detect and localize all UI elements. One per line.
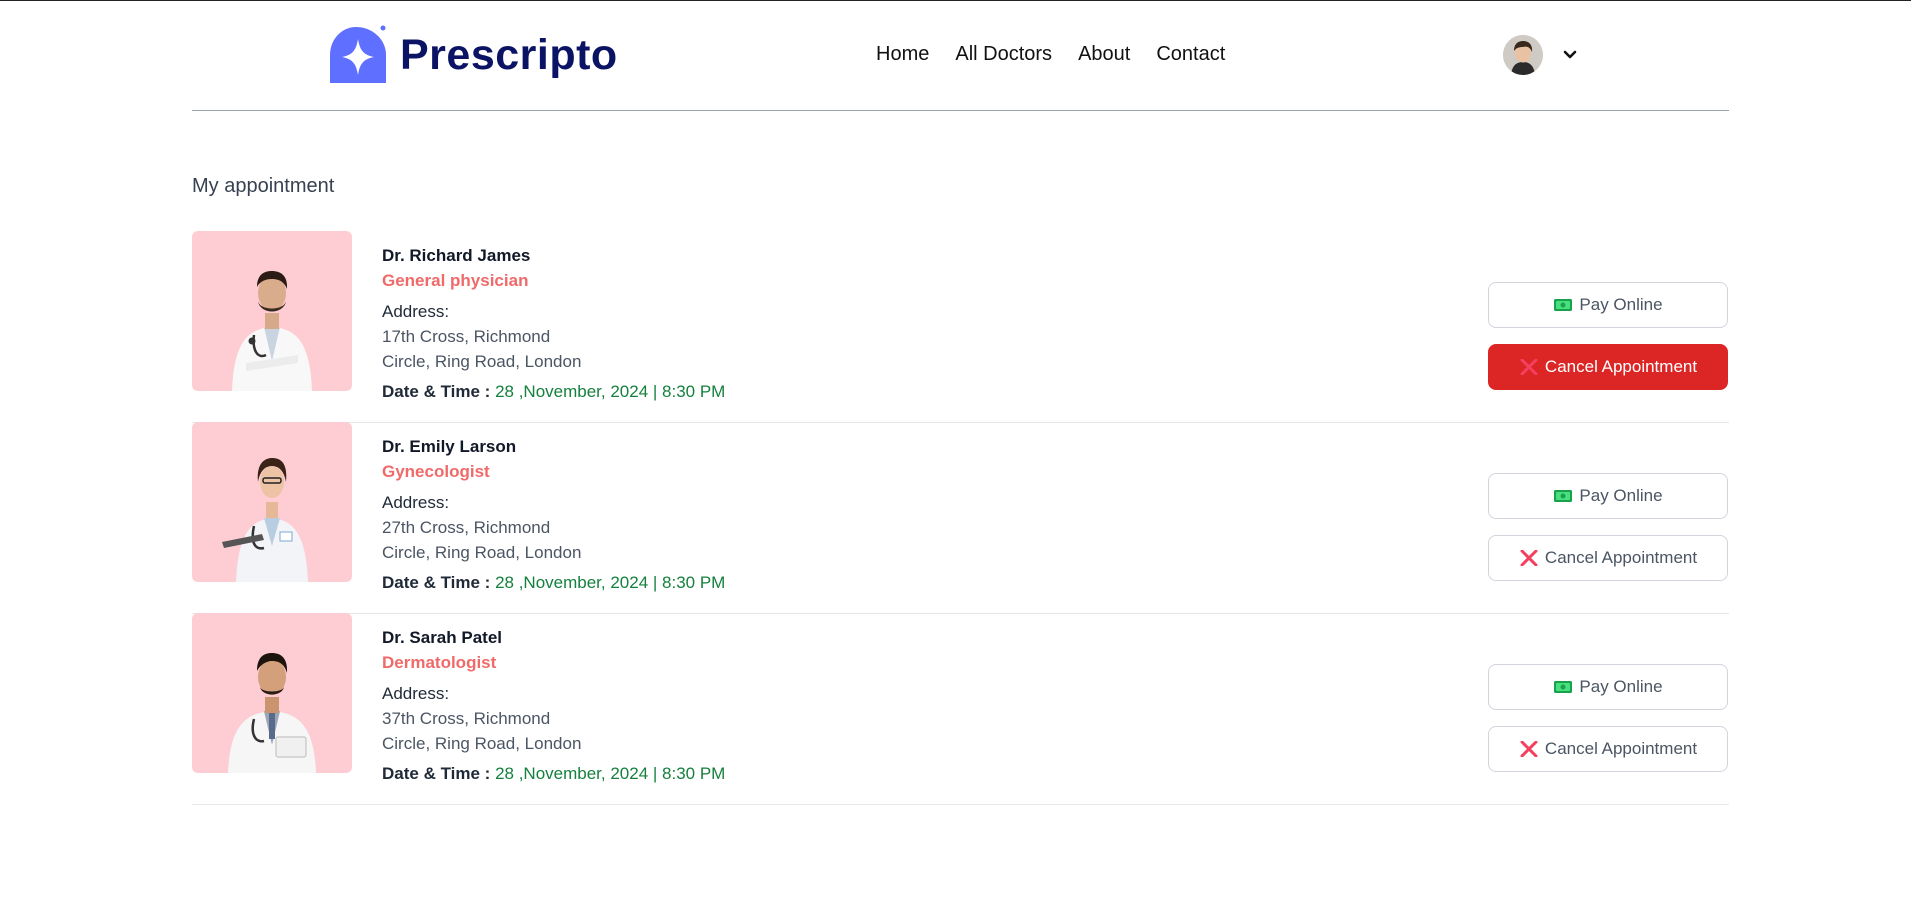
address-line-1: 17th Cross, Richmond [382,327,551,346]
pay-online-button[interactable]: Pay Online [1488,282,1728,328]
address-line-1: 27th Cross, Richmond [382,518,551,537]
doctor-photo [192,422,352,582]
cancel-appointment-button[interactable]: Cancel Appointment [1488,535,1728,581]
appointment-datetime: Date & Time : 28 ,November, 2024 | 8:30 … [382,570,725,595]
doctor-photo [192,613,352,773]
close-icon [1520,550,1538,566]
doctor-image [232,271,312,391]
nav-all-doctors[interactable]: All Doctors [955,43,1052,66]
pay-online-button[interactable]: Pay Online [1488,473,1728,519]
appointment-row: Dr. Sarah Patel Dermatologist Address: 3… [192,613,1729,805]
appointment-info: Dr. Richard James General physician Addr… [382,231,725,404]
doctor-name: Dr. Sarah Patel [382,628,503,647]
appointment-row: Dr. Richard James General physician Addr… [192,231,1729,423]
close-icon [1520,741,1538,757]
cancel-appointment-label: Cancel Appointment [1544,357,1698,376]
appointment-datetime: Date & Time : 28 ,November, 2024 | 8:30 … [382,379,725,404]
pay-online-label: Pay Online [1579,295,1663,314]
close-icon [1520,359,1538,375]
address-line-2: Circle, Ring Road, London [382,543,582,562]
datetime-label: Date & Time : [382,764,491,783]
profile-menu[interactable] [1503,35,1577,75]
prescripto-logo-icon [330,25,386,83]
address-line-2: Circle, Ring Road, London [382,734,582,753]
main-nav: Home All Doctors About Contact [876,43,1225,66]
address-line-1: 37th Cross, Richmond [382,709,551,728]
address-label: Address: [382,302,450,321]
address-line-2: Circle, Ring Road, London [382,352,582,371]
datetime-value: 28 ,November, 2024 | 8:30 PM [495,764,726,783]
datetime-value: 28 ,November, 2024 | 8:30 PM [495,382,726,401]
money-icon [1554,299,1573,311]
money-icon [1554,490,1573,502]
doctor-image [222,458,308,582]
pay-online-label: Pay Online [1579,677,1663,696]
top-navbar: Prescripto Home All Doctors About Contac… [192,1,1729,111]
address-label: Address: [382,684,450,703]
doctor-speciality: General physician [382,271,529,290]
money-icon [1554,681,1573,693]
datetime-value: 28 ,November, 2024 | 8:30 PM [495,573,726,592]
datetime-label: Date & Time : [382,573,491,592]
doctor-image [228,653,316,773]
chevron-down-icon[interactable] [1563,48,1577,62]
doctor-name: Dr. Emily Larson [382,437,517,456]
brand-name: Prescripto [400,30,618,79]
cancel-appointment-label: Cancel Appointment [1544,739,1698,758]
nav-contact[interactable]: Contact [1156,43,1225,66]
doctor-name: Dr. Richard James [382,246,531,265]
avatar[interactable] [1503,35,1543,75]
pay-online-button[interactable]: Pay Online [1488,664,1728,710]
cancel-appointment-button[interactable]: Cancel Appointment [1488,344,1728,390]
page-title: My appointment [192,175,335,197]
nav-about[interactable]: About [1078,43,1130,66]
appointment-datetime: Date & Time : 28 ,November, 2024 | 8:30 … [382,761,725,786]
brand-logo[interactable]: Prescripto [328,25,618,85]
datetime-label: Date & Time : [382,382,491,401]
doctor-speciality: Gynecologist [382,462,490,481]
nav-home[interactable]: Home [876,43,929,66]
doctor-speciality: Dermatologist [382,653,497,672]
page-container: Prescripto Home All Doctors About Contac… [192,1,1729,805]
appointment-row: Dr. Emily Larson Gynecologist Address: 2… [192,422,1729,614]
address-label: Address: [382,493,450,512]
cancel-appointment-button[interactable]: Cancel Appointment [1488,726,1728,772]
doctor-photo [192,231,352,391]
cancel-appointment-label: Cancel Appointment [1544,548,1698,567]
appointment-info: Dr. Emily Larson Gynecologist Address: 2… [382,422,725,595]
appointment-info: Dr. Sarah Patel Dermatologist Address: 3… [382,613,725,786]
pay-online-label: Pay Online [1579,486,1663,505]
